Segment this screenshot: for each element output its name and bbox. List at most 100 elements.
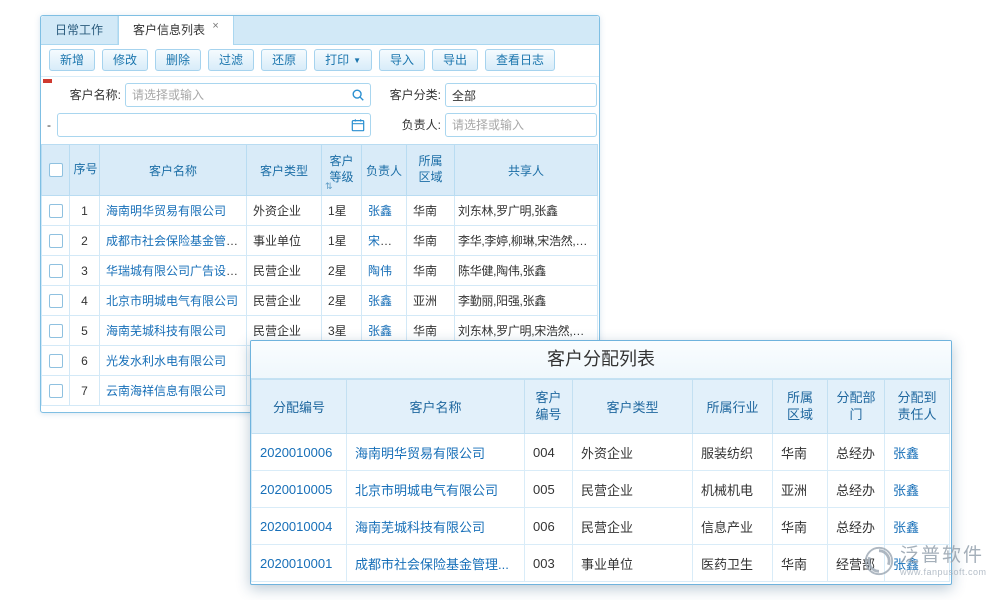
import-button[interactable]: 导入 <box>379 49 425 71</box>
allocation-row: 2020010004 海南芜城科技有限公司 006 民营企业 信息产业 华南 总… <box>252 508 950 545</box>
owner-field[interactable] <box>446 115 596 135</box>
customer-name-label: 客户名称: <box>59 83 121 107</box>
select-all-checkbox[interactable] <box>49 163 63 177</box>
customer-category-input[interactable] <box>445 83 597 107</box>
col-header-customer-no[interactable]: 客户编号 <box>525 380 573 434</box>
row-index: 4 <box>70 286 100 316</box>
allocation-no-link[interactable]: 2020010004 <box>260 519 332 534</box>
owner-link[interactable]: 张鑫 <box>368 294 392 308</box>
customer-name-link[interactable]: 成都市社会保险基金管理... <box>106 234 247 248</box>
customer-name-link[interactable]: 华瑞城有限公司广告设计部 <box>106 264 247 278</box>
customer-type: 外资企业 <box>573 434 693 471</box>
tab-label: 客户信息列表 <box>133 23 205 37</box>
allocation-no-link[interactable]: 2020010005 <box>260 482 332 497</box>
col-header-industry[interactable]: 所属行业 <box>693 380 773 434</box>
row-checkbox[interactable] <box>49 384 63 398</box>
dept: 总经办 <box>828 508 885 545</box>
allocation-row: 2020010006 海南明华贸易有限公司 004 外资企业 服装纺织 华南 总… <box>252 434 950 471</box>
customer-name-link[interactable]: 光发水利水电有限公司 <box>106 354 226 368</box>
owner-link[interactable]: 张鑫 <box>368 204 392 218</box>
owner-link[interactable]: 宋浩然 <box>368 234 404 248</box>
col-header-owner[interactable]: 负责人 <box>362 145 407 196</box>
col-header-customer-name[interactable]: 客户名称 <box>347 380 525 434</box>
table-row: 1 海南明华贸易有限公司 外资企业 1星 张鑫 华南 刘东林,罗广明,张鑫 <box>42 196 598 226</box>
row-checkbox[interactable] <box>49 204 63 218</box>
edit-button[interactable]: 修改 <box>102 49 148 71</box>
customer-name-link[interactable]: 海南明华贸易有限公司 <box>355 446 485 461</box>
customer-name-link[interactable]: 北京市明城电气有限公司 <box>106 294 238 308</box>
customer-name-link[interactable]: 海南明华贸易有限公司 <box>106 204 226 218</box>
row-checkbox[interactable] <box>49 294 63 308</box>
tab-customer-info-list[interactable]: 客户信息列表 × <box>118 16 234 45</box>
tab-daily-work[interactable]: 日常工作 <box>41 16 118 44</box>
col-header-level[interactable]: 客户等级⇅ <box>322 145 362 196</box>
watermark-text: 泛普软件 www.fanpusoft.com <box>900 546 987 577</box>
export-button[interactable]: 导出 <box>432 49 478 71</box>
col-header-alloc-no[interactable]: 分配编号 <box>252 380 347 434</box>
row-checkbox[interactable] <box>49 264 63 278</box>
customer-category-field[interactable] <box>446 85 596 105</box>
allocation-dialog: 客户分配列表 分配编号 客户名称 客户编号 客户类型 所属行业 所属区域 分配部… <box>250 340 952 585</box>
customer-name-link[interactable]: 成都市社会保险基金管理... <box>355 557 509 572</box>
row-index: 5 <box>70 316 100 346</box>
customer-level: 2星 <box>322 256 362 286</box>
customer-type: 民营企业 <box>573 471 693 508</box>
customer-name-link[interactable]: 海南芜城科技有限公司 <box>355 520 485 535</box>
calendar-icon[interactable] <box>351 118 365 132</box>
col-header-customer-type[interactable]: 客户类型 <box>573 380 693 434</box>
owner-link[interactable]: 张鑫 <box>368 324 392 338</box>
shared-people: 陈华健,陶伟,张鑫 <box>455 256 598 286</box>
fanpu-logo-icon <box>864 546 894 576</box>
owner-input[interactable] <box>445 113 597 137</box>
region: 华南 <box>773 508 828 545</box>
toolbar: 新增 修改 删除 过滤 还原 打印▼ 导入 导出 查看日志 <box>41 44 599 77</box>
row-index: 2 <box>70 226 100 256</box>
assignee-link[interactable]: 张鑫 <box>893 483 919 498</box>
customer-name-input[interactable] <box>125 83 371 107</box>
watermark: 泛普软件 www.fanpusoft.com <box>864 546 987 577</box>
tab-bar: 日常工作 客户信息列表 × <box>41 16 599 45</box>
view-log-button[interactable]: 查看日志 <box>485 49 555 71</box>
customer-name-field[interactable] <box>126 85 351 105</box>
col-header-dept[interactable]: 分配部门 <box>828 380 885 434</box>
customer-name-link[interactable]: 云南海祥信息有限公司 <box>106 384 226 398</box>
add-button[interactable]: 新增 <box>49 49 95 71</box>
customer-type: 民营企业 <box>573 508 693 545</box>
assignee-link[interactable]: 张鑫 <box>893 520 919 535</box>
assignee-link[interactable]: 张鑫 <box>893 446 919 461</box>
col-header-region[interactable]: 所属区域 <box>773 380 828 434</box>
col-header-shared[interactable]: 共享人 <box>455 145 598 196</box>
sort-icon[interactable]: ⇅ <box>325 181 333 192</box>
customer-name-link[interactable]: 海南芜城科技有限公司 <box>106 324 226 338</box>
filter-button[interactable]: 过滤 <box>208 49 254 71</box>
row-checkbox[interactable] <box>49 234 63 248</box>
industry: 信息产业 <box>693 508 773 545</box>
date-input[interactable] <box>57 113 371 137</box>
row-checkbox[interactable] <box>49 354 63 368</box>
col-header-region[interactable]: 所属区域 <box>407 145 455 196</box>
industry: 医药卫生 <box>693 545 773 582</box>
dept: 总经办 <box>828 471 885 508</box>
region: 亚洲 <box>407 286 455 316</box>
table-header-row: 序号 客户名称 客户类型 客户等级⇅ 负责人 所属区域 共享人 <box>42 145 598 196</box>
search-icon[interactable] <box>351 88 365 102</box>
customer-no: 003 <box>525 545 573 582</box>
owner-link[interactable]: 陶伟 <box>368 264 392 278</box>
date-field[interactable] <box>58 115 351 135</box>
allocation-no-link[interactable]: 2020010006 <box>260 445 332 460</box>
allocation-no-link[interactable]: 2020010001 <box>260 556 332 571</box>
customer-name-link[interactable]: 北京市明城电气有限公司 <box>355 483 498 498</box>
col-header-no[interactable]: 序号 <box>70 145 100 196</box>
allocation-row: 2020010005 北京市明城电气有限公司 005 民营企业 机械机电 亚洲 … <box>252 471 950 508</box>
col-header-name[interactable]: 客户名称 <box>100 145 247 196</box>
row-checkbox[interactable] <box>49 324 63 338</box>
col-header-assignee[interactable]: 分配到责任人 <box>885 380 950 434</box>
close-tab-icon[interactable]: × <box>212 20 218 32</box>
region: 亚洲 <box>773 471 828 508</box>
delete-button[interactable]: 删除 <box>155 49 201 71</box>
customer-level: 1星 <box>322 196 362 226</box>
col-header-type[interactable]: 客户类型 <box>247 145 322 196</box>
print-button[interactable]: 打印▼ <box>314 49 372 71</box>
restore-button[interactable]: 还原 <box>261 49 307 71</box>
caret-down-icon: ▼ <box>353 56 361 65</box>
